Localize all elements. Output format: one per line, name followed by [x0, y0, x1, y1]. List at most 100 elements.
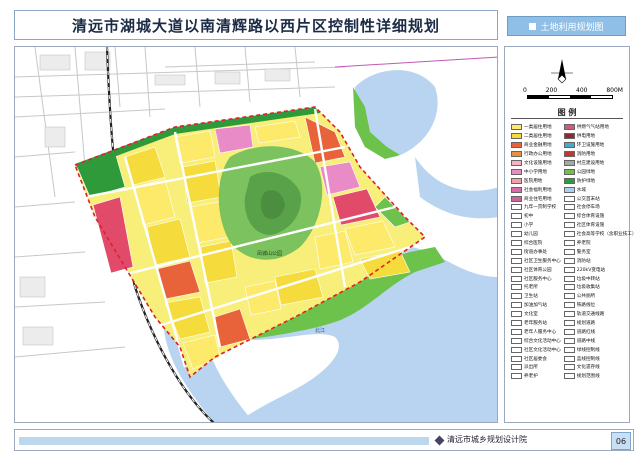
land-use-map[interactable]: 凤城山公园 北江: [15, 47, 498, 423]
legend-label: 垃圾中转站: [576, 276, 600, 282]
legend-item: 公交首末站: [563, 194, 637, 203]
legend-item: 初中: [511, 212, 561, 221]
legend-item: 商业金融用地: [511, 141, 561, 150]
legend-label: 小学: [524, 223, 534, 229]
legend-swatch: [563, 266, 575, 273]
legend-label: 综合医院: [524, 241, 543, 247]
legend-label: 220kV变电站: [576, 267, 606, 273]
legend-label: 消防用地: [576, 152, 596, 158]
legend-label: 社区体育公园: [524, 267, 552, 273]
scale-label-0: 0: [523, 87, 527, 94]
legend-item: 街道办事处: [511, 247, 561, 256]
legend-item: 消防用地: [563, 150, 637, 159]
legend-swatch: [563, 311, 575, 318]
legend-label: 医院用地: [524, 178, 543, 184]
legend-swatch: [563, 133, 575, 140]
legend-item: 水域: [563, 185, 637, 194]
legend-item: 垃圾中转站: [563, 274, 637, 283]
legend-label: 垃圾收集站: [576, 285, 600, 291]
scale-label-1: 200: [545, 87, 558, 94]
legend-item: 警务室: [563, 247, 637, 256]
footer: 清远市城乡规划设计院 06: [14, 429, 634, 451]
legend-swatch: [511, 346, 522, 353]
legend-label: 加油加气站: [524, 303, 547, 309]
legend-label: 社区居委会: [524, 356, 547, 362]
legend-swatch: [511, 142, 522, 149]
legend-item: 商业住宅用地: [511, 194, 561, 203]
legend-label: 养老院: [576, 241, 591, 247]
legend-swatch: [511, 186, 522, 193]
legend-swatch: [563, 284, 575, 291]
legend-item: 供电用地: [563, 132, 637, 141]
legend-swatch: [563, 186, 575, 193]
sheet-square-icon: [529, 22, 537, 30]
sheet-number: 06: [611, 432, 631, 450]
legend-swatch: [563, 275, 575, 282]
legend-swatch: [511, 364, 522, 371]
legend-item: 九年一贯制学校: [511, 203, 561, 212]
legend-item: 轨道交通线路: [563, 310, 637, 319]
river-label: 北江: [315, 327, 325, 334]
legend-swatch: [563, 293, 575, 300]
map-title: 清远市湖城大道以南清辉路以西片区控制性详细规划: [71, 16, 440, 35]
legend-item: 综合体育设施: [563, 212, 637, 221]
legend-label: 规划道路: [576, 321, 596, 327]
legend-swatch: [563, 373, 575, 380]
legend-label: 供电用地: [576, 134, 596, 140]
legend-item: 220kV变电站: [563, 265, 637, 274]
legend-item: 幼儿园: [511, 230, 561, 239]
legend-swatch: [563, 355, 575, 362]
legend-label: 铁路线位: [576, 303, 596, 309]
legend-item: 文化遗存线: [563, 363, 637, 372]
legend-item: 文化室: [511, 310, 561, 319]
title-bar: 清远市湖城大道以南清辉路以西片区控制性详细规划: [14, 10, 498, 40]
legend-swatch: [563, 160, 575, 166]
institute-logo-icon: [434, 435, 445, 446]
legend-item: 蓝线控制线: [563, 354, 637, 363]
legend-swatch: [511, 373, 522, 380]
legend-swatch: [511, 213, 522, 220]
legend-label: 公交首末站: [576, 196, 600, 202]
legend-swatch: [511, 293, 522, 300]
legend-item: 综合医院: [511, 239, 561, 248]
legend-swatch: [563, 222, 575, 229]
legend-swatch: [511, 195, 522, 202]
legend-item: 行政办公用地: [511, 150, 561, 159]
legend-swatch: [563, 248, 575, 255]
legend-label: 一类居住用地: [524, 125, 552, 131]
legend-item: 消防站: [563, 256, 637, 265]
legend-item: 社区文化活动中心: [511, 345, 561, 354]
legend-label: 养老护: [524, 374, 538, 380]
legend-label: 老年人服务中心: [524, 329, 557, 335]
legend-item: 一类居住用地: [511, 123, 561, 132]
legend-swatch: [563, 151, 575, 158]
legend-heading: 图 例: [557, 108, 577, 117]
legend-label: 行政办公用地: [524, 152, 552, 158]
legend-item: 道路红线: [563, 327, 637, 336]
legend-label: 公共厕所: [576, 294, 596, 300]
legend-item: 供燃气气站用地: [563, 123, 637, 132]
legend-label: 社区体育设施: [576, 223, 605, 229]
legend-item: 规划范围线: [563, 372, 637, 381]
legend-label: 老年服务站: [524, 321, 547, 327]
legend-swatch: [511, 160, 522, 166]
legend-label: 村庄建设用地: [576, 161, 605, 166]
legend-item: 综合文化活动中心: [511, 336, 561, 345]
legend-item: 小学: [511, 221, 561, 230]
legend-item: 道路中线: [563, 336, 637, 345]
legend-label: 文化室: [524, 312, 538, 318]
legend-label: 中小学用地: [524, 169, 547, 175]
legend-divider: [511, 118, 623, 119]
legend-swatch: [563, 231, 575, 238]
legend-swatch: [511, 222, 522, 229]
legend-swatch: [511, 204, 522, 211]
legend-item: 老年人服务中心: [511, 327, 561, 336]
map-frame[interactable]: 凤城山公园 北江: [14, 46, 498, 423]
legend-swatch: [563, 302, 575, 309]
legend-label: 二类居住用地: [524, 134, 552, 140]
legend-item: 卫生站: [511, 292, 561, 301]
legend-item: 养老院: [563, 239, 637, 248]
legend-label: 派出所: [524, 365, 538, 371]
legend-item: 社会福利用地: [511, 185, 561, 194]
legend-label: 综合体育设施: [576, 214, 605, 220]
